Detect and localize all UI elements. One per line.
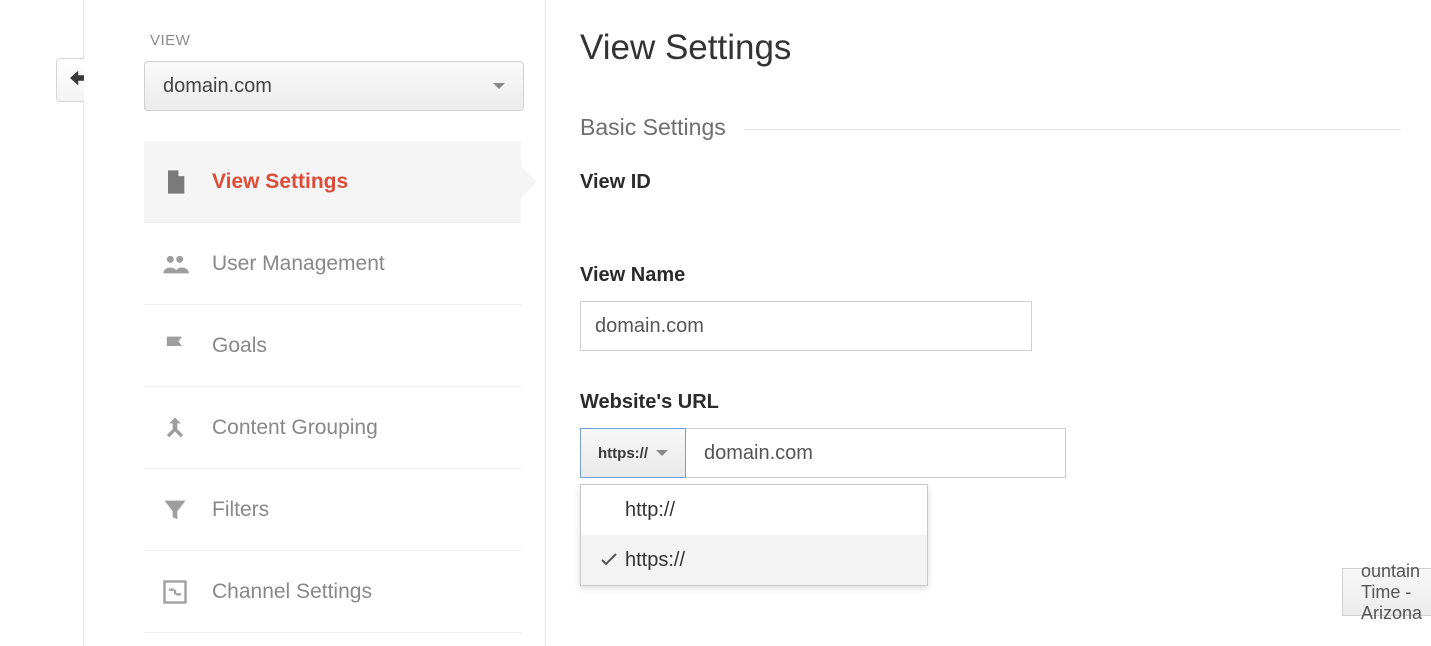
- main-panel: View Settings Basic Settings View ID Vie…: [546, 0, 1431, 646]
- channels-icon: [160, 577, 190, 607]
- users-icon: [160, 249, 190, 279]
- document-icon: [160, 167, 190, 197]
- protocol-option-https[interactable]: https://: [581, 535, 927, 585]
- sidebar-item-filters[interactable]: Filters: [144, 469, 521, 551]
- view-section-label: VIEW: [150, 32, 521, 49]
- website-url-input[interactable]: [686, 428, 1066, 478]
- sidebar-item-label: Channel Settings: [212, 580, 372, 604]
- section-header-basic: Basic Settings: [580, 114, 1401, 141]
- protocol-dropdown-menu: http:// https://: [580, 484, 928, 586]
- field-website-url: Website's URL https:// http:// https:: [580, 391, 1401, 478]
- section-title: Basic Settings: [580, 114, 726, 141]
- merge-icon: [160, 413, 190, 443]
- view-name-input[interactable]: [580, 301, 1032, 351]
- protocol-option-http[interactable]: http://: [581, 485, 927, 535]
- timezone-value: ountain Time - Arizona: [1361, 561, 1422, 624]
- view-dropdown-value: domain.com: [163, 75, 272, 98]
- sidebar-item-goals[interactable]: Goals: [144, 305, 521, 387]
- field-view-name: View Name: [580, 264, 1401, 351]
- sidebar-item-label: User Management: [212, 252, 385, 276]
- sidebar-item-label: Content Grouping: [212, 416, 378, 440]
- sidebar-item-label: View Settings: [212, 170, 348, 194]
- view-id-label: View ID: [580, 171, 1401, 194]
- field-view-id: View ID: [580, 171, 1401, 194]
- protocol-select[interactable]: https://: [580, 428, 686, 478]
- chevron-down-icon: [656, 450, 668, 456]
- view-name-label: View Name: [580, 264, 1401, 287]
- sidebar-item-label: Filters: [212, 498, 269, 522]
- sidebar: VIEW domain.com View Settings User Manag…: [84, 0, 546, 646]
- flag-icon: [160, 331, 190, 361]
- nav-list: View Settings User Management Goals Cont…: [144, 141, 521, 633]
- sidebar-item-content-grouping[interactable]: Content Grouping: [144, 387, 521, 469]
- timezone-select[interactable]: ountain Time - Arizona: [1342, 568, 1431, 616]
- sidebar-item-label: Goals: [212, 334, 267, 358]
- protocol-selected-value: https://: [598, 445, 648, 462]
- left-gutter: [0, 0, 84, 646]
- view-dropdown[interactable]: domain.com: [144, 61, 524, 111]
- funnel-icon: [160, 495, 190, 525]
- sidebar-item-view-settings[interactable]: View Settings: [144, 141, 521, 223]
- website-url-label: Website's URL: [580, 391, 1401, 414]
- chevron-down-icon: [493, 83, 505, 89]
- sidebar-item-user-management[interactable]: User Management: [144, 223, 521, 305]
- page-title: View Settings: [580, 28, 1401, 68]
- protocol-option-label: https://: [625, 549, 685, 572]
- check-icon: [597, 553, 621, 567]
- section-divider: [744, 129, 1401, 130]
- sidebar-item-channel-settings[interactable]: Channel Settings: [144, 551, 521, 633]
- protocol-option-label: http://: [625, 499, 675, 522]
